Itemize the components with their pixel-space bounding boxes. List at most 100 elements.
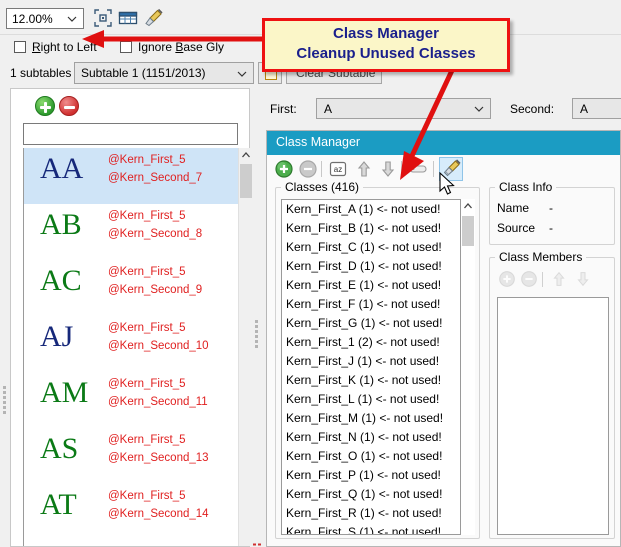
class-name-value: -: [549, 201, 553, 215]
pairs-toolbar: [11, 89, 249, 123]
add-class-button[interactable]: [273, 158, 295, 180]
move-up-button[interactable]: [353, 158, 375, 180]
table-view-icon[interactable]: [117, 7, 139, 29]
classes-scrollbar[interactable]: [461, 199, 475, 535]
kern-second-class-label: @Kern_Second_7: [108, 172, 203, 184]
kern-second-class-label: @Kern_Second_10: [108, 340, 209, 352]
class-info-group-label: Class Info: [495, 180, 557, 194]
kern-second-class-label: @Kern_Second_9: [108, 284, 203, 296]
toolbar-separator: [321, 158, 322, 180]
class-list-item[interactable]: Kern_First_G (1) <- not used!: [282, 314, 460, 333]
remove-member-button: [519, 269, 539, 289]
callout-line-1: Class Manager: [333, 25, 439, 42]
class-list-item[interactable]: Kern_First_D (1) <- not used!: [282, 257, 460, 276]
kern-pair-row[interactable]: AS @Kern_First_5 @Kern_Second_13: [24, 428, 238, 484]
kern-pair-glyphs: AA: [40, 152, 84, 185]
kern-first-class-label: @Kern_First_5: [108, 434, 186, 446]
kern-pair-glyphs: AB: [40, 208, 82, 241]
scroll-up-icon[interactable]: [239, 148, 253, 163]
class-list-item[interactable]: Kern_First_A (1) <- not used!: [282, 200, 460, 219]
scrollbar-thumb[interactable]: [240, 164, 252, 198]
kern-pair-row[interactable]: AM @Kern_First_5 @Kern_Second_11: [24, 372, 238, 428]
sort-classes-button[interactable]: az: [327, 158, 349, 180]
class-list-item[interactable]: Kern_First_O (1) <- not used!: [282, 447, 460, 466]
member-move-up-button: [549, 269, 569, 289]
class-members-group-label: Class Members: [495, 250, 587, 264]
scroll-up-icon[interactable]: [461, 199, 475, 214]
kern-pair-row[interactable]: AA @Kern_First_5 @Kern_Second_7: [24, 148, 238, 204]
class-list-item[interactable]: Kern_First_1 (2) <- not used!: [282, 333, 460, 352]
subtable-selected-value: Subtable 1 (1151/2013): [81, 66, 206, 80]
kern-pair-glyphs: AS: [40, 432, 79, 465]
class-list-item[interactable]: Kern_First_L (1) <- not used!: [282, 390, 460, 409]
middle-splitter[interactable]: [252, 88, 262, 547]
kern-pair-glyphs: AM: [40, 376, 89, 409]
class-list-item[interactable]: Kern_First_B (1) <- not used!: [282, 219, 460, 238]
class-list-item[interactable]: Kern_First_M (1) <- not used!: [282, 409, 460, 428]
brush-icon[interactable]: [142, 7, 164, 29]
kern-second-class-label: @Kern_Second_11: [108, 396, 208, 408]
class-list-item[interactable]: Kern_First_F (1) <- not used!: [282, 295, 460, 314]
first-glyph-value: A: [324, 102, 333, 116]
kern-pair-row[interactable]: AT @Kern_First_5 @Kern_Second_14: [24, 484, 238, 540]
kern-first-class-label: @Kern_First_5: [108, 378, 186, 390]
kern-pair-row[interactable]: AC @Kern_First_5 @Kern_Second_9: [24, 260, 238, 316]
subtable-combo[interactable]: Subtable 1 (1151/2013): [74, 62, 254, 84]
kern-pair-row[interactable]: AB @Kern_First_5 @Kern_Second_8: [24, 204, 238, 260]
second-glyph-combo[interactable]: A: [572, 98, 621, 119]
classes-group-label: Classes (416): [281, 180, 364, 194]
class-name-label: Name: [497, 201, 530, 215]
class-list-item[interactable]: Kern_First_S (1) <- not used!: [282, 523, 460, 534]
left-splitter-handle[interactable]: [3, 384, 9, 420]
class-list-item[interactable]: Kern_First_K (1) <- not used!: [282, 371, 460, 390]
pair-filter-input[interactable]: [23, 123, 238, 145]
annotation-arrow-left: [82, 30, 262, 48]
zoom-value: 12.00%: [12, 12, 53, 26]
class-list-item[interactable]: Kern_First_J (1) <- not used!: [282, 352, 460, 371]
middle-splitter-handle[interactable]: [255, 318, 259, 356]
add-member-button: [497, 269, 517, 289]
class-list-item[interactable]: Kern_First_C (1) <- not used!: [282, 238, 460, 257]
classes-list[interactable]: Kern_First_A (1) <- not used! Kern_First_…: [281, 199, 461, 535]
kern-first-class-label: @Kern_First_5: [108, 154, 186, 166]
scrollbar-thumb[interactable]: [462, 216, 474, 246]
kern-pair-glyphs: AJ: [40, 320, 74, 353]
class-list-item[interactable]: Kern_First_E (1) <- not used!: [282, 276, 460, 295]
second-label: Second:: [510, 102, 555, 116]
class-list-item[interactable]: Kern_First_R (1) <- not used!: [282, 504, 460, 523]
class-list-item[interactable]: Kern_First_Q (1) <- not used!: [282, 485, 460, 504]
kern-first-class-label: @Kern_First_5: [108, 322, 186, 334]
annotation-arrow-down: [400, 62, 458, 180]
class-info-groupbox: [489, 187, 615, 245]
second-glyph-value: A: [580, 102, 589, 116]
class-manager-title: Class Manager: [276, 135, 361, 149]
svg-text:az: az: [334, 165, 342, 174]
pairs-scrollbar[interactable]: [238, 148, 252, 546]
class-list-item[interactable]: Kern_First_P (1) <- not used!: [282, 466, 460, 485]
fit-view-icon[interactable]: [92, 7, 114, 29]
kern-pairs-list[interactable]: AA @Kern_First_5 @Kern_Second_7 AB @Kern_Fir…: [23, 148, 238, 546]
kern-first-class-label: @Kern_First_5: [108, 266, 186, 278]
add-pair-button[interactable]: [35, 96, 55, 116]
kern-pairs-pane: AA @Kern_First_5 @Kern_Second_7 AB @Kern_Fir…: [10, 88, 252, 547]
kern-second-class-label: @Kern_Second_14: [108, 508, 209, 520]
callout-line-2: Cleanup Unused Classes: [296, 45, 476, 62]
member-move-down-button: [573, 269, 593, 289]
zoom-combo[interactable]: 12.00%: [6, 8, 84, 29]
remove-pair-button[interactable]: [59, 96, 79, 116]
first-label: First:: [270, 102, 297, 116]
kern-first-class-label: @Kern_First_5: [108, 490, 186, 502]
class-source-label: Source: [497, 221, 536, 235]
class-list-item[interactable]: Kern_First_N (1) <- not used!: [282, 428, 460, 447]
kern-pair-row[interactable]: AJ @Kern_First_5 @Kern_Second_10: [24, 316, 238, 372]
members-separator: [542, 272, 543, 287]
chevron-down-icon: [474, 104, 484, 114]
delete-class-button: [297, 158, 319, 180]
class-members-list[interactable]: [497, 297, 609, 535]
chevron-down-icon: [67, 14, 77, 24]
kern-second-class-label: @Kern_Second_13: [108, 452, 209, 464]
kern-pair-row[interactable]: AU@Kern_First_5@Kern_Second_15: [24, 540, 238, 546]
kern-second-class-label: @Kern_Second_8: [108, 228, 203, 240]
kern-pair-glyphs: AC: [40, 264, 82, 297]
kern-pair-glyphs: AT: [40, 488, 77, 521]
